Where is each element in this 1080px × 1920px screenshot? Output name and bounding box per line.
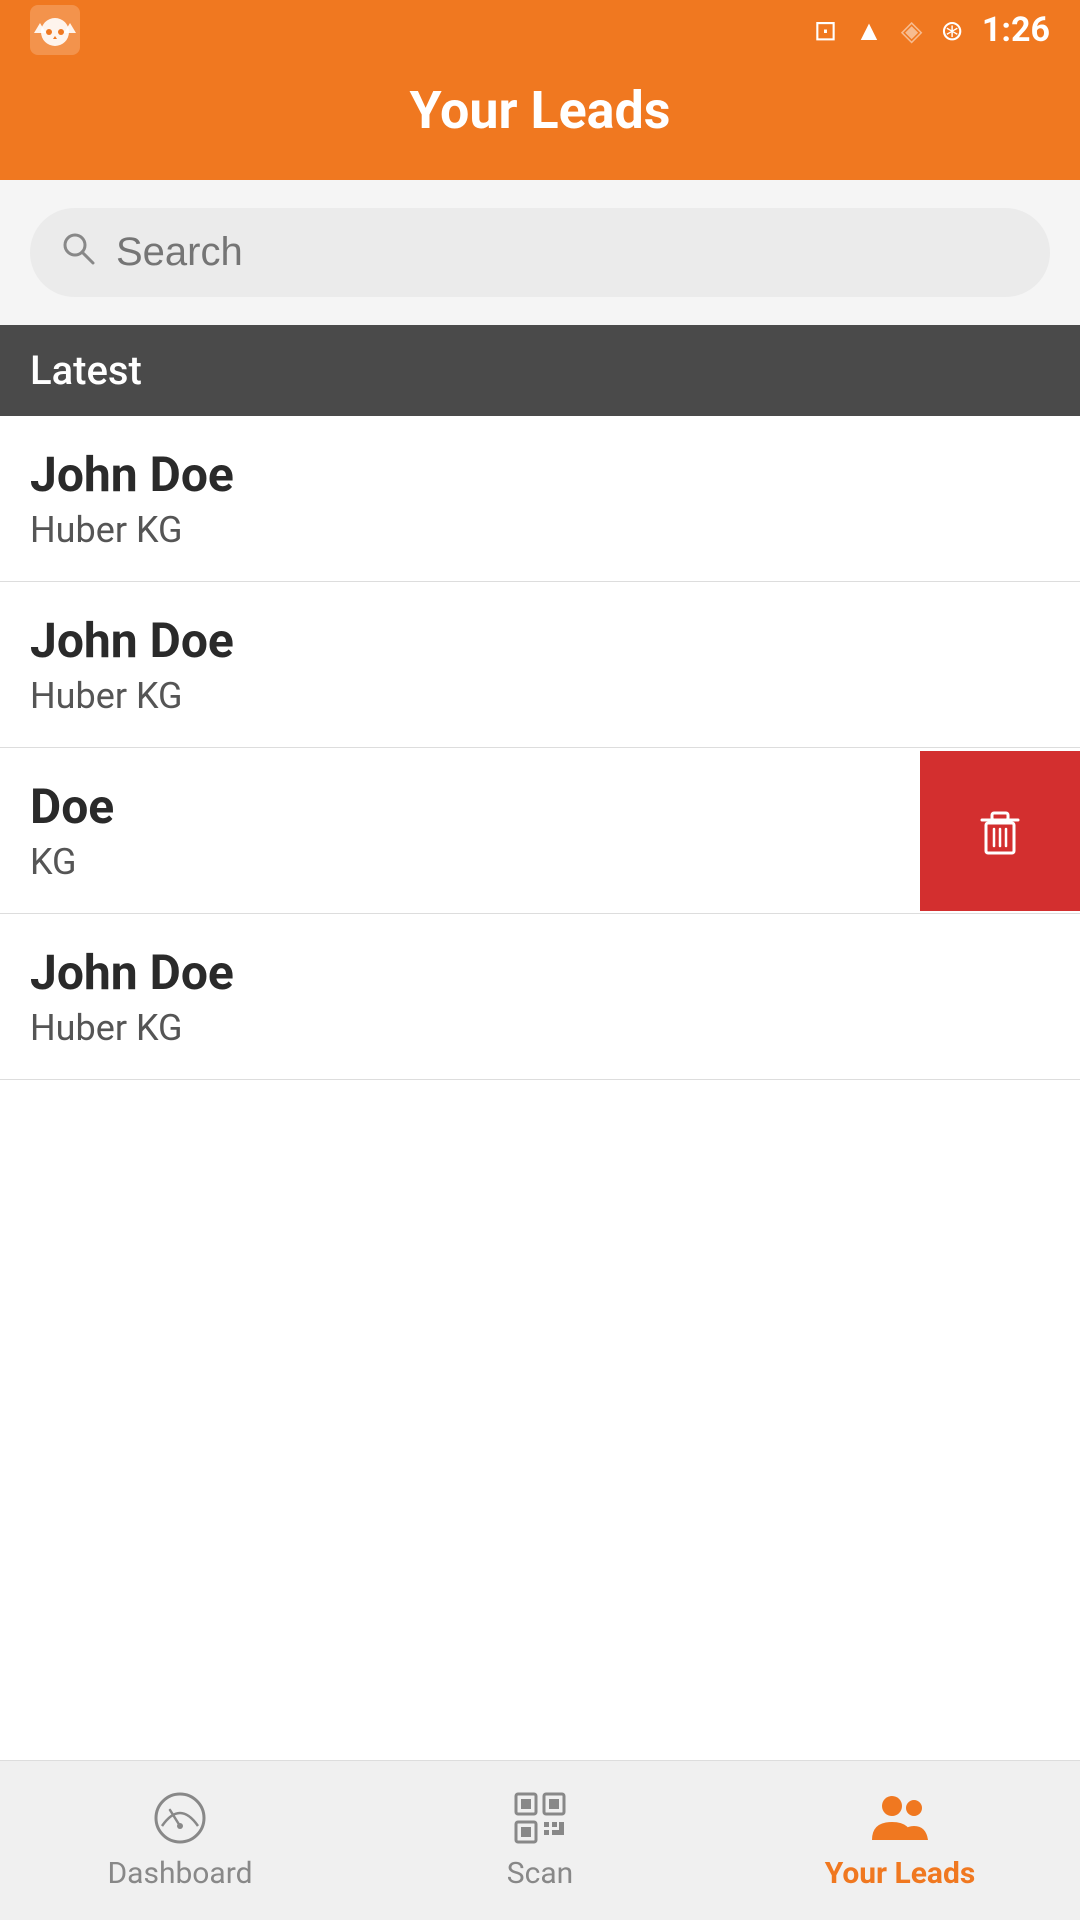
lead-company: Huber KG: [30, 509, 1050, 551]
status-bar-left: [30, 5, 80, 55]
page-title: Your Leads: [409, 80, 670, 141]
scan-icon: [512, 1790, 568, 1846]
lead-name: John Doe: [30, 944, 1050, 1001]
section-label: Latest: [30, 347, 142, 394]
list-item[interactable]: John Doe Huber KG: [0, 582, 1080, 748]
search-container: [0, 180, 1080, 325]
leads-list: John Doe Huber KG John Doe Huber KG Doe KG Jo…: [0, 416, 1080, 1080]
search-bar[interactable]: [30, 208, 1050, 297]
lead-content: John Doe Huber KG: [0, 416, 1080, 581]
nav-item-dashboard[interactable]: Dashboard: [0, 1770, 360, 1911]
nav-label-scan: Scan: [507, 1856, 573, 1891]
app-logo: [30, 5, 80, 55]
lead-company: Huber KG: [30, 675, 1050, 717]
lead-content: Doe KG: [0, 748, 920, 913]
status-bar: ⊡ ▲ ◈ ⊛ 1:26: [0, 0, 1080, 60]
lead-company: KG: [30, 841, 890, 883]
nav-item-your-leads[interactable]: Your Leads: [720, 1770, 1080, 1911]
lead-name: Doe: [30, 778, 890, 835]
wifi-icon: ▲: [855, 14, 883, 47]
dnd-icon: ⊛: [940, 14, 963, 47]
search-input[interactable]: [116, 230, 1020, 275]
status-time: 1:26: [982, 10, 1050, 50]
lead-content: John Doe Huber KG: [0, 582, 1080, 747]
list-item[interactable]: John Doe Huber KG: [0, 416, 1080, 582]
section-header: Latest: [0, 325, 1080, 416]
search-icon: [60, 230, 96, 275]
bottom-nav: Dashboard Scan Your Leads: [0, 1760, 1080, 1920]
signal-icon: ◈: [901, 14, 923, 47]
status-bar-right: ⊡ ▲ ◈ ⊛ 1:26: [814, 10, 1050, 50]
lead-name: John Doe: [30, 446, 1050, 503]
screenshot-icon: ⊡: [814, 14, 837, 47]
your-leads-icon: [870, 1790, 930, 1846]
trash-icon: [972, 803, 1028, 859]
list-item[interactable]: Doe KG: [0, 748, 1080, 914]
dashboard-icon: [152, 1790, 208, 1846]
lead-company: Huber KG: [30, 1007, 1050, 1049]
lead-name: John Doe: [30, 612, 1050, 669]
list-item[interactable]: John Doe Huber KG: [0, 914, 1080, 1080]
delete-button[interactable]: [920, 751, 1080, 911]
nav-item-scan[interactable]: Scan: [360, 1770, 720, 1911]
page-header: Your Leads: [0, 60, 1080, 180]
lead-content: John Doe Huber KG: [0, 914, 1080, 1079]
nav-label-your-leads: Your Leads: [825, 1856, 976, 1891]
nav-label-dashboard: Dashboard: [107, 1856, 252, 1891]
